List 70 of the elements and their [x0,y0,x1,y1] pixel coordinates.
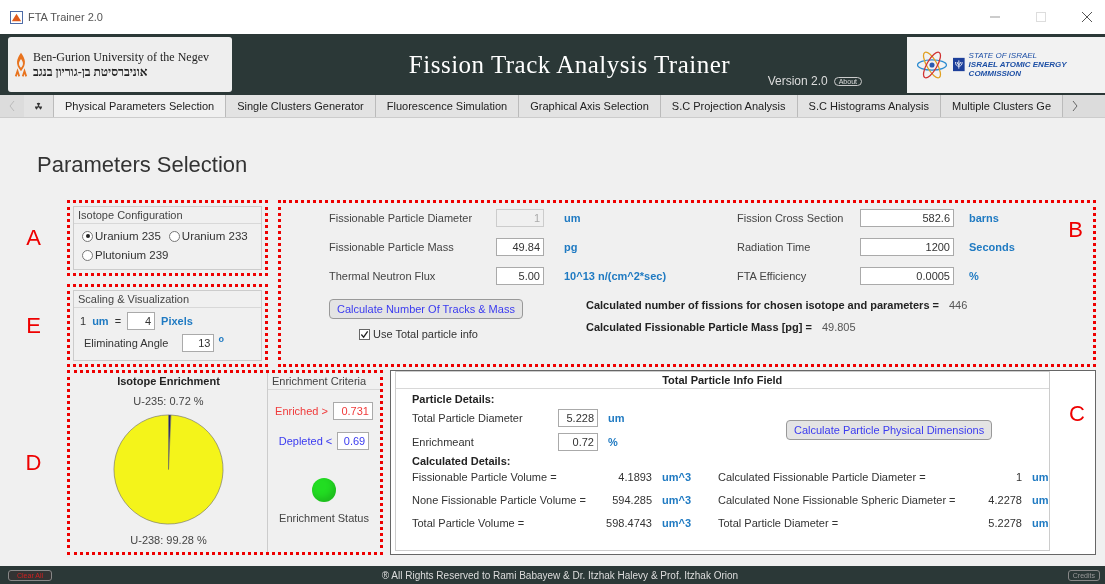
unit-label: Pixels [161,315,193,327]
result-value: 4.2278 [987,494,1022,506]
copyright-text: ® All Rights Reserved to Rami Babayew & Dr. Itzhak Halevy & Prof. Itzhak Orion [380,569,740,581]
section-heading: Particle Details: [412,393,496,405]
unit-label: um [608,412,626,424]
enriched-label: Enriched > [275,405,328,417]
field-label: Radiation Time [737,241,812,253]
unit-label: um [564,212,582,224]
field-label: Enrichmeant [412,436,475,448]
scale-number: 1 [80,315,87,327]
result-value: 4.1893 [617,471,652,483]
annotation-letter: A [25,224,42,252]
unit-label: um [1032,494,1049,506]
field-label: FTA Efficiency [737,270,808,282]
result-label: Calculated Fissionable Particle Diameter = [718,471,927,483]
result-label: Total Particle Volume = [412,517,526,529]
app-title: Fission Track Analysis Trainer [408,50,731,79]
slice-label: U-238: 99.28 % [130,534,207,546]
field-label: Thermal Neutron Flux [329,270,437,282]
annotation-letter: B [1068,217,1083,243]
result-value: 446 [949,299,968,311]
panel-title: Total Particle Info Field [396,372,1049,389]
chart-title: Isotope Enrichment [117,375,220,387]
field-label: Eliminating Angle [84,337,169,349]
annotation-letter: E [25,311,42,340]
result-label: None Fissionable Particle Volume = [412,494,587,506]
unit-label: um^3 [662,471,693,483]
result-label: Calculated number of fissions for chosen isotope and parameters = [586,299,939,311]
status-label: Enrichment Status [279,512,369,524]
unit-label: um^3 [662,517,693,529]
result-value: 1 [1014,471,1022,483]
unit-label: um [1032,517,1049,529]
degree-label: o [218,334,224,344]
unit-label: Seconds [969,241,1015,253]
version-label: Version 2.0 [767,74,828,88]
unit-label: barns [969,212,1000,224]
result-value: 598.4743 [605,517,652,529]
result-label: Fissionable Particle Volume = [412,471,558,483]
unit-label: um [92,315,109,327]
result-label: Total Particle Diameter = [718,517,840,529]
panel-title: Isotope Configuration [74,207,261,224]
unit-label: 10^13 n/(cm^2*sec) [564,270,668,282]
result-value: 49.805 [821,321,856,333]
field-label: Fissionable Particle Mass [329,241,455,253]
panel-title: Scaling & Visualization [74,291,261,308]
result-label: Calculated Fissionable Particle Mass [pg] = [586,321,812,333]
unit-label: pg [564,241,579,253]
annotation-letter: C [1069,401,1085,427]
unit-label: um [1032,471,1049,483]
agency-line: STATE OF ISRAEL [968,51,1039,60]
university-name-hebrew: אוניברסיטת בן-גוריון בנגב [33,64,149,80]
unit-label: % [969,270,980,282]
unit-label: um^3 [662,494,693,506]
unit-label: % [608,436,619,448]
page-title: Parameters Selection [37,151,249,179]
annotation-letter: D [24,448,43,477]
equals-sign: = [114,315,122,327]
result-label: Calculated None Fissionable Spheric Diameter = [718,494,957,506]
field-label: Fission Cross Section [737,212,845,224]
field-label: Total Particle Diameter [412,412,524,424]
window-title: FTA Trainer 2.0 [28,11,103,23]
agency-name: ISRAEL ATOMIC ENERGY COMMISSION [968,60,1068,78]
field-label: Fissionable Particle Diameter [329,212,474,224]
result-value: 5.2278 [987,517,1022,529]
panel-title: Enrichment Criteria [268,373,380,390]
university-name: Ben-Gurion University of the Negev [33,49,209,65]
result-value: 594.285 [611,494,652,506]
depleted-label: Depleted < [278,435,333,447]
slice-label: U-235: 0.72 % [133,395,204,407]
section-heading: Calculated Details: [412,455,512,467]
